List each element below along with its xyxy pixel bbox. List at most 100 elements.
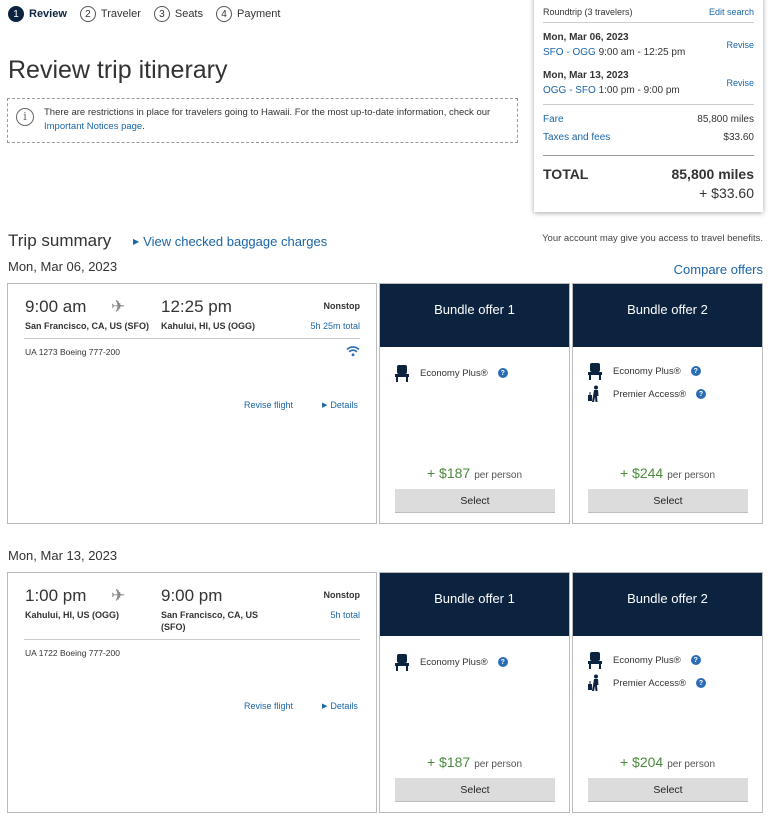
- help-icon[interactable]: ?: [696, 389, 706, 399]
- select-button[interactable]: Select: [395, 489, 555, 513]
- select-button[interactable]: Select: [395, 778, 555, 802]
- trip-type: Roundtrip (3 travelers): [543, 7, 633, 17]
- caret-right-icon: ▶: [322, 703, 328, 710]
- help-icon[interactable]: ?: [696, 678, 706, 688]
- select-button[interactable]: Select: [588, 489, 748, 513]
- step-seats[interactable]: 3 Seats: [153, 6, 203, 22]
- summary-segment: Mon, Mar 06, 2023 SFO - OGG 9:00 am - 12…: [543, 23, 754, 58]
- seat-icon: [587, 362, 603, 380]
- depart-time: 9:00 am: [25, 297, 87, 316]
- revise-segment-link[interactable]: Revise: [726, 40, 754, 50]
- taxes-link[interactable]: Taxes and fees: [543, 132, 610, 143]
- notice-text: There are restrictions in place for trav…: [44, 106, 509, 134]
- bundle-price: + $187 per person: [380, 754, 569, 772]
- price-per: per person: [667, 759, 716, 770]
- edit-search-link[interactable]: Edit search: [709, 3, 754, 17]
- duration-label[interactable]: 5h 25m total: [310, 321, 360, 331]
- total-label: TOTAL: [543, 166, 589, 182]
- page-title: Review trip itinerary: [8, 56, 228, 84]
- details-link[interactable]: ▶ Details: [322, 400, 358, 410]
- select-button[interactable]: Select: [588, 778, 748, 802]
- bundle-price: + $187 per person: [380, 465, 569, 483]
- summary-segment: Mon, Mar 13, 2023 OGG - SFO 1:00 pm - 9:…: [543, 58, 754, 96]
- segment-times: 1:00 pm - 9:00 pm: [598, 85, 680, 96]
- flight-info: UA 1273 Boeing 777-200: [25, 347, 120, 357]
- segment-date: Mon, Mar 13, 2023: [543, 70, 629, 81]
- revise-flight-link[interactable]: Revise flight: [244, 400, 293, 410]
- step-traveler[interactable]: 2 Traveler: [79, 6, 141, 22]
- flight-card: 1:00 pm ✈ 9:00 pm Kahului, HI, US (OGG) …: [7, 572, 377, 813]
- feature-label: Economy Plus®: [420, 367, 488, 379]
- bundle-feature: Premier Access®?: [587, 674, 706, 692]
- revise-flight-link[interactable]: Revise flight: [244, 701, 293, 711]
- revise-segment-link[interactable]: Revise: [726, 78, 754, 88]
- bundle-feature: Premier Access®?: [587, 385, 706, 403]
- depart-city: Kahului, HI, US (OGG): [25, 610, 119, 620]
- bundle-offer-card: Bundle offer 1 Economy Plus®? + $187 per …: [379, 572, 570, 813]
- important-notices-link[interactable]: Important Notices page: [44, 121, 142, 132]
- segment-route: OGG - SFO 1:00 pm - 9:00 pm: [543, 85, 680, 96]
- step-number: 3: [153, 6, 170, 22]
- fare-breakdown: Fare 85,800 miles Taxes and fees $33.60: [543, 104, 754, 156]
- arrive-city: San Francisco, CA, US (SFO): [161, 610, 259, 632]
- duration-label[interactable]: 5h total: [330, 610, 360, 620]
- fare-value: 85,800 miles: [697, 114, 754, 125]
- stops-label: Nonstop: [323, 590, 361, 600]
- arrive-city: Kahului, HI, US (OGG): [161, 321, 255, 331]
- seat-icon: [394, 653, 410, 671]
- feature-label: Premier Access®: [613, 388, 686, 400]
- price-amount: + $244: [619, 465, 664, 481]
- bundle-feature: Economy Plus®?: [394, 653, 508, 671]
- step-payment[interactable]: 4 Payment: [216, 6, 280, 22]
- trip-summary-card: Roundtrip (3 travelers) Edit search Mon,…: [534, 0, 763, 212]
- traveler-luggage-icon: [587, 674, 603, 692]
- step-label: Payment: [237, 8, 281, 20]
- trip-summary-heading: Trip summary: [8, 231, 112, 250]
- bundle-title: Bundle offer 2: [573, 573, 762, 636]
- segment-airports[interactable]: OGG - SFO: [543, 85, 596, 96]
- help-icon[interactable]: ?: [690, 366, 701, 376]
- flight-card: 9:00 am ✈ 12:25 pm San Francisco, CA, US…: [7, 283, 377, 524]
- traveler-luggage-icon: [587, 385, 603, 403]
- baggage-charges-link[interactable]: ▶ View checked baggage charges: [133, 234, 327, 249]
- flight-date: Mon, Mar 06, 2023: [8, 259, 118, 274]
- depart-time: 1:00 pm: [25, 586, 87, 605]
- segment-airports[interactable]: SFO - OGG: [543, 47, 596, 58]
- details-label: Details: [330, 701, 358, 711]
- details-link[interactable]: ▶ Details: [322, 701, 358, 711]
- arrive-time: 9:00 pm: [161, 586, 223, 605]
- bundle-title: Bundle offer 2: [573, 284, 762, 347]
- depart-city: San Francisco, CA, US (SFO): [25, 321, 150, 331]
- taxes-value: $33.60: [723, 132, 754, 143]
- stops-label: Nonstop: [323, 301, 361, 311]
- bundle-feature: Economy Plus®?: [587, 362, 701, 380]
- caret-right-icon: ▶: [322, 402, 328, 409]
- total-miles: 85,800 miles: [671, 166, 754, 182]
- flight-info: UA 1722 Boeing 777-200: [25, 648, 120, 658]
- airplane-icon: ✈: [111, 297, 126, 316]
- step-label: Seats: [174, 8, 203, 20]
- help-icon[interactable]: ?: [690, 655, 701, 665]
- segment-date: Mon, Mar 06, 2023: [543, 32, 629, 43]
- total-cash: + $33.60: [699, 185, 754, 201]
- compare-offers-link[interactable]: Compare offers: [674, 262, 763, 277]
- help-icon[interactable]: ?: [497, 657, 508, 667]
- price-amount: + $204: [619, 754, 664, 770]
- details-label: Details: [330, 400, 358, 410]
- price-per: per person: [474, 470, 523, 481]
- feature-label: Economy Plus®: [613, 654, 681, 666]
- price-amount: + $187: [426, 465, 471, 481]
- fare-link[interactable]: Fare: [543, 114, 564, 125]
- bundle-feature: Economy Plus®?: [587, 651, 701, 669]
- price-amount: + $187: [426, 754, 471, 770]
- bundle-price: + $204 per person: [573, 754, 762, 772]
- divider: [24, 639, 360, 640]
- help-icon[interactable]: ?: [497, 368, 508, 378]
- bundle-offer-card: Bundle offer 2 Economy Plus®? Premier Ac…: [572, 572, 763, 813]
- segment-times: 9:00 am - 12:25 pm: [598, 47, 686, 58]
- feature-label: Economy Plus®: [613, 365, 681, 377]
- feature-label: Premier Access®: [613, 677, 686, 689]
- bundle-price: + $244 per person: [573, 465, 762, 483]
- step-review[interactable]: 1 Review: [8, 6, 67, 22]
- summary-header: Roundtrip (3 travelers) Edit search: [543, 0, 754, 23]
